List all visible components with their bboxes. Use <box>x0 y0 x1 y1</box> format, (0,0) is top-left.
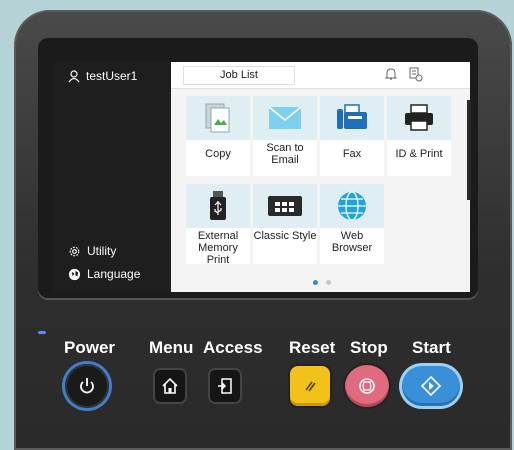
main-area: Job List Copy Scan to Email Fax ID & Pri… <box>171 62 470 292</box>
sidebar-item-label: Utility <box>87 244 117 258</box>
tile-classic-style[interactable]: Classic Style <box>253 184 317 264</box>
status-led <box>38 331 46 334</box>
globe-icon <box>338 191 366 221</box>
usb-icon <box>210 191 226 220</box>
start-icon <box>420 375 442 397</box>
menu-button[interactable] <box>153 368 187 404</box>
tile-label: Copy <box>205 148 231 160</box>
page-dot[interactable] <box>326 280 331 285</box>
tile-label: Scan to Email <box>266 142 304 166</box>
sidebar: testUser1 Utility Language <box>54 62 171 292</box>
access-button[interactable] <box>208 368 242 404</box>
access-icon <box>218 378 232 394</box>
screen-scrollbar <box>467 100 471 200</box>
fax-icon <box>337 104 367 129</box>
stop-button[interactable] <box>345 365 389 407</box>
tile-label: ID & Print <box>395 148 443 160</box>
power-button[interactable] <box>65 364 109 408</box>
user-label: testUser1 <box>86 69 138 83</box>
gear-icon <box>69 246 80 256</box>
server-status-icon[interactable] <box>407 66 423 82</box>
tile-label: Fax <box>342 148 362 160</box>
page-dot-active[interactable] <box>313 280 318 285</box>
reset-button[interactable] <box>290 366 330 406</box>
keyboard-icon <box>268 196 302 216</box>
tile-label: External Memory Print <box>197 230 239 266</box>
start-label: Start <box>412 338 451 357</box>
bell-icon[interactable] <box>384 67 398 81</box>
user-account[interactable]: testUser1 <box>68 69 137 83</box>
access-label: Access <box>203 338 263 357</box>
page-indicator <box>313 280 331 285</box>
top-bar: Job List <box>171 62 470 89</box>
touch-screen: testUser1 Utility Language Job List Copy… <box>54 62 470 292</box>
tile-web-browser[interactable]: Web Browser <box>320 184 384 264</box>
reset-label: Reset <box>289 338 336 357</box>
menu-label: Menu <box>149 338 194 357</box>
reset-icon <box>305 381 316 392</box>
email-icon <box>268 106 302 129</box>
tile-external-memory-print[interactable]: External Memory Print <box>186 184 250 266</box>
tile-fax[interactable]: Fax <box>320 96 384 176</box>
sidebar-item-language[interactable]: Language <box>68 267 140 281</box>
tile-copy[interactable]: Copy <box>186 96 250 176</box>
copy-icon <box>205 103 230 133</box>
sidebar-item-label: Language <box>87 267 141 281</box>
power-icon <box>80 378 94 394</box>
stop-label: Stop <box>350 338 388 357</box>
job-list-button[interactable]: Job List <box>183 66 295 85</box>
start-button[interactable] <box>402 366 460 406</box>
stop-icon <box>359 378 375 394</box>
tile-id-print[interactable]: ID & Print <box>387 96 451 176</box>
tile-label: Classic Style <box>253 230 317 242</box>
sidebar-item-utility[interactable]: Utility <box>68 244 116 258</box>
globe-icon <box>68 268 81 280</box>
home-icon <box>162 377 178 394</box>
power-label: Power <box>64 338 116 357</box>
user-icon <box>68 69 80 82</box>
tile-scan-to-email[interactable]: Scan to Email <box>253 96 317 176</box>
tile-label: Web Browser <box>331 230 373 254</box>
printer-icon <box>405 104 433 131</box>
